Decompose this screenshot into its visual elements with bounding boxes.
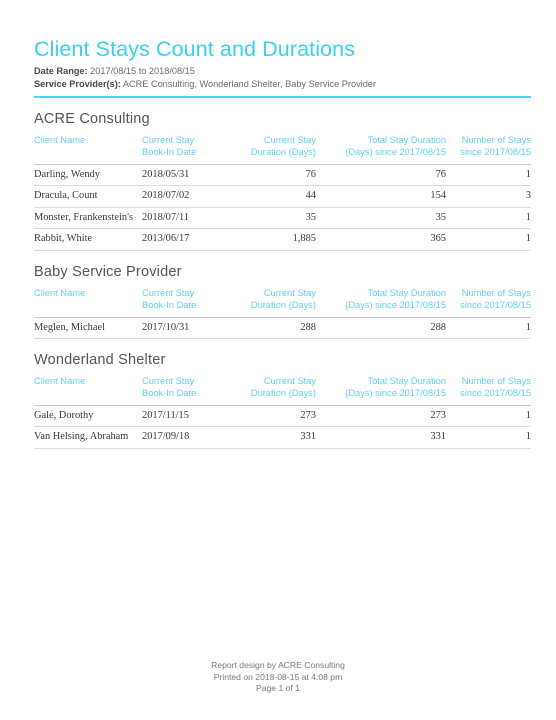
cell-total-duration: 35 [316, 207, 446, 230]
cell-number-of-stays: 1 [446, 317, 531, 340]
table-header-row: Client Name Current Stay Book-In Date Curre… [34, 376, 531, 406]
table-header-row: Client Name Current Stay Book-In Date Curre… [34, 135, 531, 165]
column-header-client-name[interactable]: Client Name [34, 376, 142, 406]
stays-table: Client Name Current Stay Book-In Date Curre… [34, 287, 531, 340]
footer-page-number: Page 1 of 1 [256, 683, 300, 694]
cell-current-duration: 273 [244, 405, 316, 428]
table-row: Gale, Dorothy 2017/11/15 273 273 1 [34, 405, 531, 428]
cell-current-duration: 1,885 [244, 228, 316, 251]
cell-book-in-date: 2017/10/31 [142, 317, 244, 340]
provider-section: ACRE Consulting Client Name Current Stay Bo… [34, 110, 531, 251]
cell-book-in-date: 2017/11/15 [142, 405, 244, 428]
cell-book-in-date: 2018/07/11 [142, 207, 244, 230]
service-provider-value: ACRE Consulting, Wonderland Shelter, Bab… [122, 78, 376, 89]
date-range-line: Date Range: 2017/08/15 to 2018/08/15 [34, 65, 531, 78]
table-header-row: Client Name Current Stay Book-In Date Curre… [34, 287, 531, 318]
service-provider-label: Service Provider(s): [34, 78, 121, 89]
cell-current-duration: 331 [244, 426, 316, 449]
table-row: Rabbit, White 2013/06/17 1,885 365 1 [34, 228, 531, 251]
column-header-duration[interactable]: Current Stay Duration (Days) [244, 135, 316, 165]
cell-number-of-stays: 1 [446, 207, 531, 230]
provider-section-title: Wonderland Shelter [34, 352, 166, 369]
cell-number-of-stays: 1 [446, 405, 531, 428]
cell-book-in-date: 2017/09/18 [142, 426, 244, 449]
column-header-client-name[interactable]: Client Name [34, 287, 142, 318]
stays-table: Client Name Current Stay Book-In Date Curre… [34, 135, 531, 251]
column-header-num-stays[interactable]: Number of Stays since 2017/08/15 [446, 135, 531, 165]
cell-number-of-stays: 1 [446, 228, 531, 251]
cell-current-duration: 44 [244, 185, 316, 208]
provider-section-title: ACRE Consulting [34, 111, 150, 127]
cell-number-of-stays: 1 [446, 164, 531, 187]
provider-section: Wonderland Shelter Client Name Current Sta… [34, 351, 531, 449]
column-header-book-in-date[interactable]: Current Stay Book-In Date [142, 287, 244, 318]
cell-client-name: Monster, Frankenstein's [34, 207, 142, 230]
column-header-duration[interactable]: Current Stay Duration (Days) [244, 376, 316, 406]
cell-client-name: Gale, Dorothy [34, 405, 142, 428]
report-content: Client Stays Count and Durations Date Ra… [34, 36, 531, 449]
date-range-label: Date Range: [34, 66, 88, 76]
cell-current-duration: 35 [244, 207, 316, 230]
cell-book-in-date: 2018/07/02 [142, 185, 244, 208]
service-provider-line: Service Provider(s): ACRE Consulting, Wo… [34, 78, 531, 91]
cell-total-duration: 331 [316, 426, 446, 449]
cell-book-in-date: 2013/06/17 [142, 228, 244, 251]
column-header-num-stays[interactable]: Number of Stays since 2017/08/15 [446, 287, 531, 318]
sections-container: ACRE Consulting Client Name Current Stay Bo… [34, 110, 531, 449]
cell-client-name: Dracula, Count [34, 185, 142, 208]
column-header-duration[interactable]: Current Stay Duration (Days) [244, 287, 316, 318]
header-divider [34, 96, 531, 98]
cell-client-name: Rabbit, White [34, 228, 142, 251]
table-row: Monster, Frankenstein's 2018/07/11 35 35 1 [34, 207, 531, 230]
cell-book-in-date: 2018/05/31 [142, 164, 244, 187]
table-row: Meglen, Michael 2017/10/31 288 288 1 [34, 317, 531, 340]
table-row: Van Helsing, Abraham 2017/09/18 331 331 1 [34, 426, 531, 449]
cell-total-duration: 365 [316, 228, 446, 251]
cell-current-duration: 288 [244, 317, 316, 340]
column-header-total-stay[interactable]: Total Stay Duration (Days) since 2017/08/… [316, 135, 446, 165]
provider-section: Baby Service Provider Client Name Current … [34, 263, 531, 340]
cell-client-name: Van Helsing, Abraham [34, 426, 142, 449]
footer-credit: Report design by ACRE Consulting [211, 660, 345, 670]
cell-client-name: Meglen, Michael [34, 317, 142, 340]
report-page: Client Stays Count and Durations Date Ra… [0, 0, 556, 720]
table-row: Darling, Wendy 2018/05/31 76 76 1 [34, 164, 531, 187]
page-footer: Report design by ACRE Consulting Printed… [0, 660, 556, 695]
column-header-book-in-date[interactable]: Current Stay Book-In Date [142, 135, 244, 165]
table-row: Dracula, Count 2018/07/02 44 154 3 [34, 185, 531, 208]
column-header-total-stay[interactable]: Total Stay Duration (Days) since 2017/08/… [316, 376, 446, 406]
column-header-num-stays[interactable]: Number of Stays since 2017/08/15 [446, 376, 531, 406]
cell-number-of-stays: 3 [446, 185, 531, 208]
cell-total-duration: 154 [316, 185, 446, 208]
column-header-book-in-date[interactable]: Current Stay Book-In Date [142, 376, 244, 406]
cell-client-name: Darling, Wendy [34, 164, 142, 187]
cell-current-duration: 76 [244, 164, 316, 187]
footer-printed-on: Printed on 2018-08-15 at 4:08 pm [213, 671, 343, 682]
cell-total-duration: 273 [316, 405, 446, 428]
provider-section-title: Baby Service Provider [34, 263, 182, 280]
column-header-total-stay[interactable]: Total Stay Duration (Days) since 2017/08/… [316, 287, 446, 318]
stays-table: Client Name Current Stay Book-In Date Curre… [34, 376, 531, 449]
cell-total-duration: 76 [316, 164, 446, 187]
cell-number-of-stays: 1 [446, 426, 531, 449]
column-header-client-name[interactable]: Client Name [34, 135, 142, 165]
page-title: Client Stays Count and Durations [34, 37, 356, 61]
cell-total-duration: 288 [316, 317, 446, 340]
date-range-value: 2017/08/15 to 2018/08/15 [90, 66, 195, 76]
